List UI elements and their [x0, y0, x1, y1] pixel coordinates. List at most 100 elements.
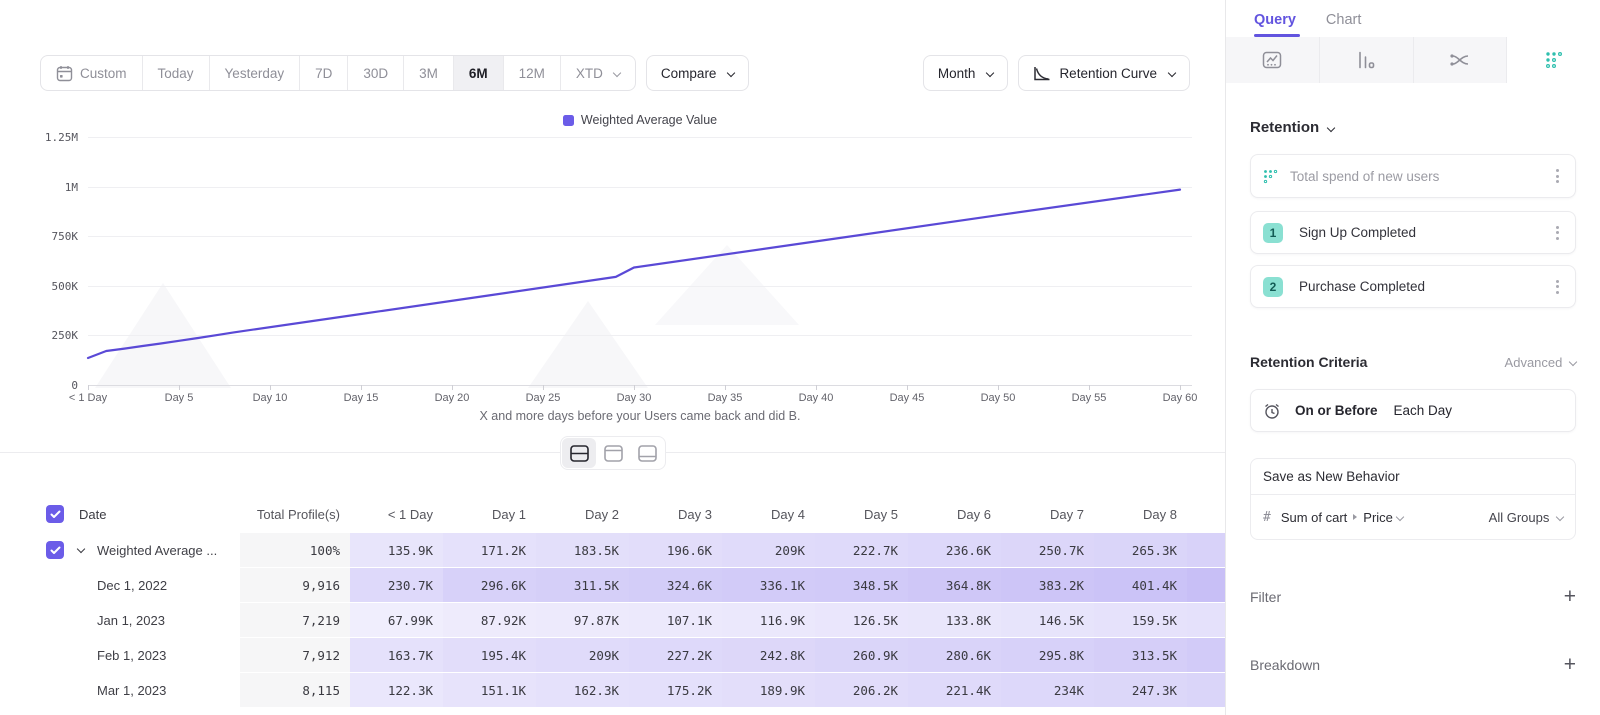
retention-value-cell[interactable]: 295.8K: [1001, 638, 1094, 672]
retention-value-cell-clipped[interactable]: [1187, 673, 1225, 707]
retention-value-cell[interactable]: 242.8K: [722, 638, 815, 672]
date-range-30d[interactable]: 30D: [348, 56, 404, 90]
retention-report-tab[interactable]: [1507, 37, 1600, 83]
retention-value-cell-clipped[interactable]: [1187, 533, 1225, 567]
date-range-xtd[interactable]: XTD: [561, 56, 635, 90]
retention-value-cell[interactable]: 313.5K: [1094, 638, 1187, 672]
retention-value-cell[interactable]: 234K: [1001, 673, 1094, 707]
flows-report-tab[interactable]: [1414, 37, 1508, 83]
retention-value-cell[interactable]: 196.6K: [629, 533, 722, 567]
date-range-3m[interactable]: 3M: [404, 56, 454, 90]
retention-value-cell[interactable]: 265.3K: [1094, 533, 1187, 567]
retention-value-cell[interactable]: 171.2K: [443, 533, 536, 567]
retention-value-cell[interactable]: 247.3K: [1094, 673, 1187, 707]
retention-section-header[interactable]: Retention: [1250, 119, 1576, 136]
retention-value-cell[interactable]: 159.5K: [1094, 603, 1187, 637]
total-profiles-cell[interactable]: 9,916: [240, 568, 350, 602]
retention-value-cell[interactable]: 260.9K: [815, 638, 908, 672]
groups-dropdown[interactable]: All Groups: [1489, 510, 1563, 525]
retention-value-cell[interactable]: 296.6K: [443, 568, 536, 602]
row-label[interactable]: Feb 1, 2023: [97, 648, 166, 663]
checkbox[interactable]: [46, 541, 64, 559]
retention-value-cell[interactable]: 230.7K: [350, 568, 443, 602]
date-range-6m[interactable]: 6M: [454, 56, 504, 90]
date-range-yesterday[interactable]: Yesterday: [210, 56, 301, 90]
layout-table-toggle[interactable]: [630, 438, 664, 468]
retention-value-cell[interactable]: 383.2K: [1001, 568, 1094, 602]
retention-value-cell[interactable]: 209K: [722, 533, 815, 567]
date-range-7d[interactable]: 7D: [300, 56, 348, 90]
retention-value-cell[interactable]: 236.6K: [908, 533, 1001, 567]
granularity-button[interactable]: Month: [923, 55, 1009, 91]
retention-value-cell[interactable]: 189.9K: [722, 673, 815, 707]
insights-report-tab[interactable]: [1226, 37, 1320, 83]
kebab-menu-icon[interactable]: [1552, 276, 1563, 298]
date-range-today[interactable]: Today: [143, 56, 210, 90]
compare-button[interactable]: Compare: [646, 55, 750, 91]
retention-value-cell-clipped[interactable]: [1187, 603, 1225, 637]
chart-legend-item[interactable]: Weighted Average Value: [88, 113, 1192, 127]
retention-value-cell[interactable]: 183.5K: [536, 533, 629, 567]
retention-value-cell[interactable]: 135.9K: [350, 533, 443, 567]
retention-value-cell[interactable]: 195.4K: [443, 638, 536, 672]
row-label[interactable]: Jan 1, 2023: [97, 613, 165, 628]
date-range-custom[interactable]: Custom: [41, 56, 143, 90]
retention-value-cell[interactable]: 401.4K: [1094, 568, 1187, 602]
retention-value-cell[interactable]: 116.9K: [722, 603, 815, 637]
step-card-1[interactable]: 1 Sign Up Completed: [1250, 211, 1576, 254]
layout-split-toggle[interactable]: [562, 438, 596, 468]
retention-value-cell[interactable]: 311.5K: [536, 568, 629, 602]
retention-value-cell[interactable]: 107.1K: [629, 603, 722, 637]
retention-value-cell[interactable]: 336.1K: [722, 568, 815, 602]
retention-value-cell[interactable]: 163.7K: [350, 638, 443, 672]
x-axis-caption: X and more days before your Users came b…: [88, 409, 1192, 423]
row-label[interactable]: Weighted Average ...: [97, 543, 217, 558]
retention-value-cell[interactable]: 122.3K: [350, 673, 443, 707]
retention-value-cell[interactable]: 280.6K: [908, 638, 1001, 672]
total-profiles-cell[interactable]: 7,219: [240, 603, 350, 637]
expand-chevron-icon[interactable]: [77, 545, 85, 553]
behavior-card[interactable]: Total spend of new users: [1250, 154, 1576, 198]
retention-value-cell[interactable]: 227.2K: [629, 638, 722, 672]
retention-value-cell[interactable]: 87.92K: [443, 603, 536, 637]
criteria-mode-dropdown[interactable]: Advanced: [1505, 355, 1576, 370]
tab-query[interactable]: Query: [1254, 12, 1296, 37]
add-filter-icon[interactable]: +: [1564, 588, 1576, 606]
kebab-menu-icon[interactable]: [1552, 165, 1563, 187]
retention-value-cell[interactable]: 162.3K: [536, 673, 629, 707]
retention-value-cell[interactable]: 133.8K: [908, 603, 1001, 637]
retention-value-cell[interactable]: 348.5K: [815, 568, 908, 602]
total-profiles-cell[interactable]: 100%: [240, 533, 350, 567]
retention-value-cell[interactable]: 146.5K: [1001, 603, 1094, 637]
retention-value-cell[interactable]: 324.6K: [629, 568, 722, 602]
measure-dropdown[interactable]: Sum of cart Price: [1281, 510, 1403, 525]
retention-value-cell[interactable]: 221.4K: [908, 673, 1001, 707]
criteria-card[interactable]: On or Before Each Day: [1250, 389, 1576, 432]
retention-value-cell[interactable]: 206.2K: [815, 673, 908, 707]
kebab-menu-icon[interactable]: [1552, 222, 1563, 244]
retention-value-cell[interactable]: 250.7K: [1001, 533, 1094, 567]
add-breakdown-icon[interactable]: +: [1564, 656, 1576, 674]
checkbox[interactable]: [46, 505, 64, 523]
retention-value-cell[interactable]: 364.8K: [908, 568, 1001, 602]
retention-value-cell[interactable]: 175.2K: [629, 673, 722, 707]
tab-chart[interactable]: Chart: [1326, 12, 1361, 37]
retention-value-cell-clipped[interactable]: [1187, 638, 1225, 672]
funnels-report-tab[interactable]: [1320, 37, 1414, 83]
row-label[interactable]: Mar 1, 2023: [97, 683, 166, 698]
retention-value-cell[interactable]: 126.5K: [815, 603, 908, 637]
layout-chart-toggle[interactable]: [596, 438, 630, 468]
save-behavior-button[interactable]: Save as New Behavior: [1251, 459, 1575, 495]
retention-value-cell[interactable]: 222.7K: [815, 533, 908, 567]
retention-value-cell[interactable]: 67.99K: [350, 603, 443, 637]
chart-type-button[interactable]: Retention Curve: [1018, 55, 1190, 91]
total-profiles-cell[interactable]: 7,912: [240, 638, 350, 672]
step-card-2[interactable]: 2 Purchase Completed: [1250, 265, 1576, 308]
date-range-12m[interactable]: 12M: [504, 56, 561, 90]
retention-value-cell[interactable]: 209K: [536, 638, 629, 672]
retention-value-cell-clipped[interactable]: [1187, 568, 1225, 602]
row-label[interactable]: Dec 1, 2022: [97, 578, 167, 593]
retention-value-cell[interactable]: 151.1K: [443, 673, 536, 707]
retention-value-cell[interactable]: 97.87K: [536, 603, 629, 637]
total-profiles-cell[interactable]: 8,115: [240, 673, 350, 707]
